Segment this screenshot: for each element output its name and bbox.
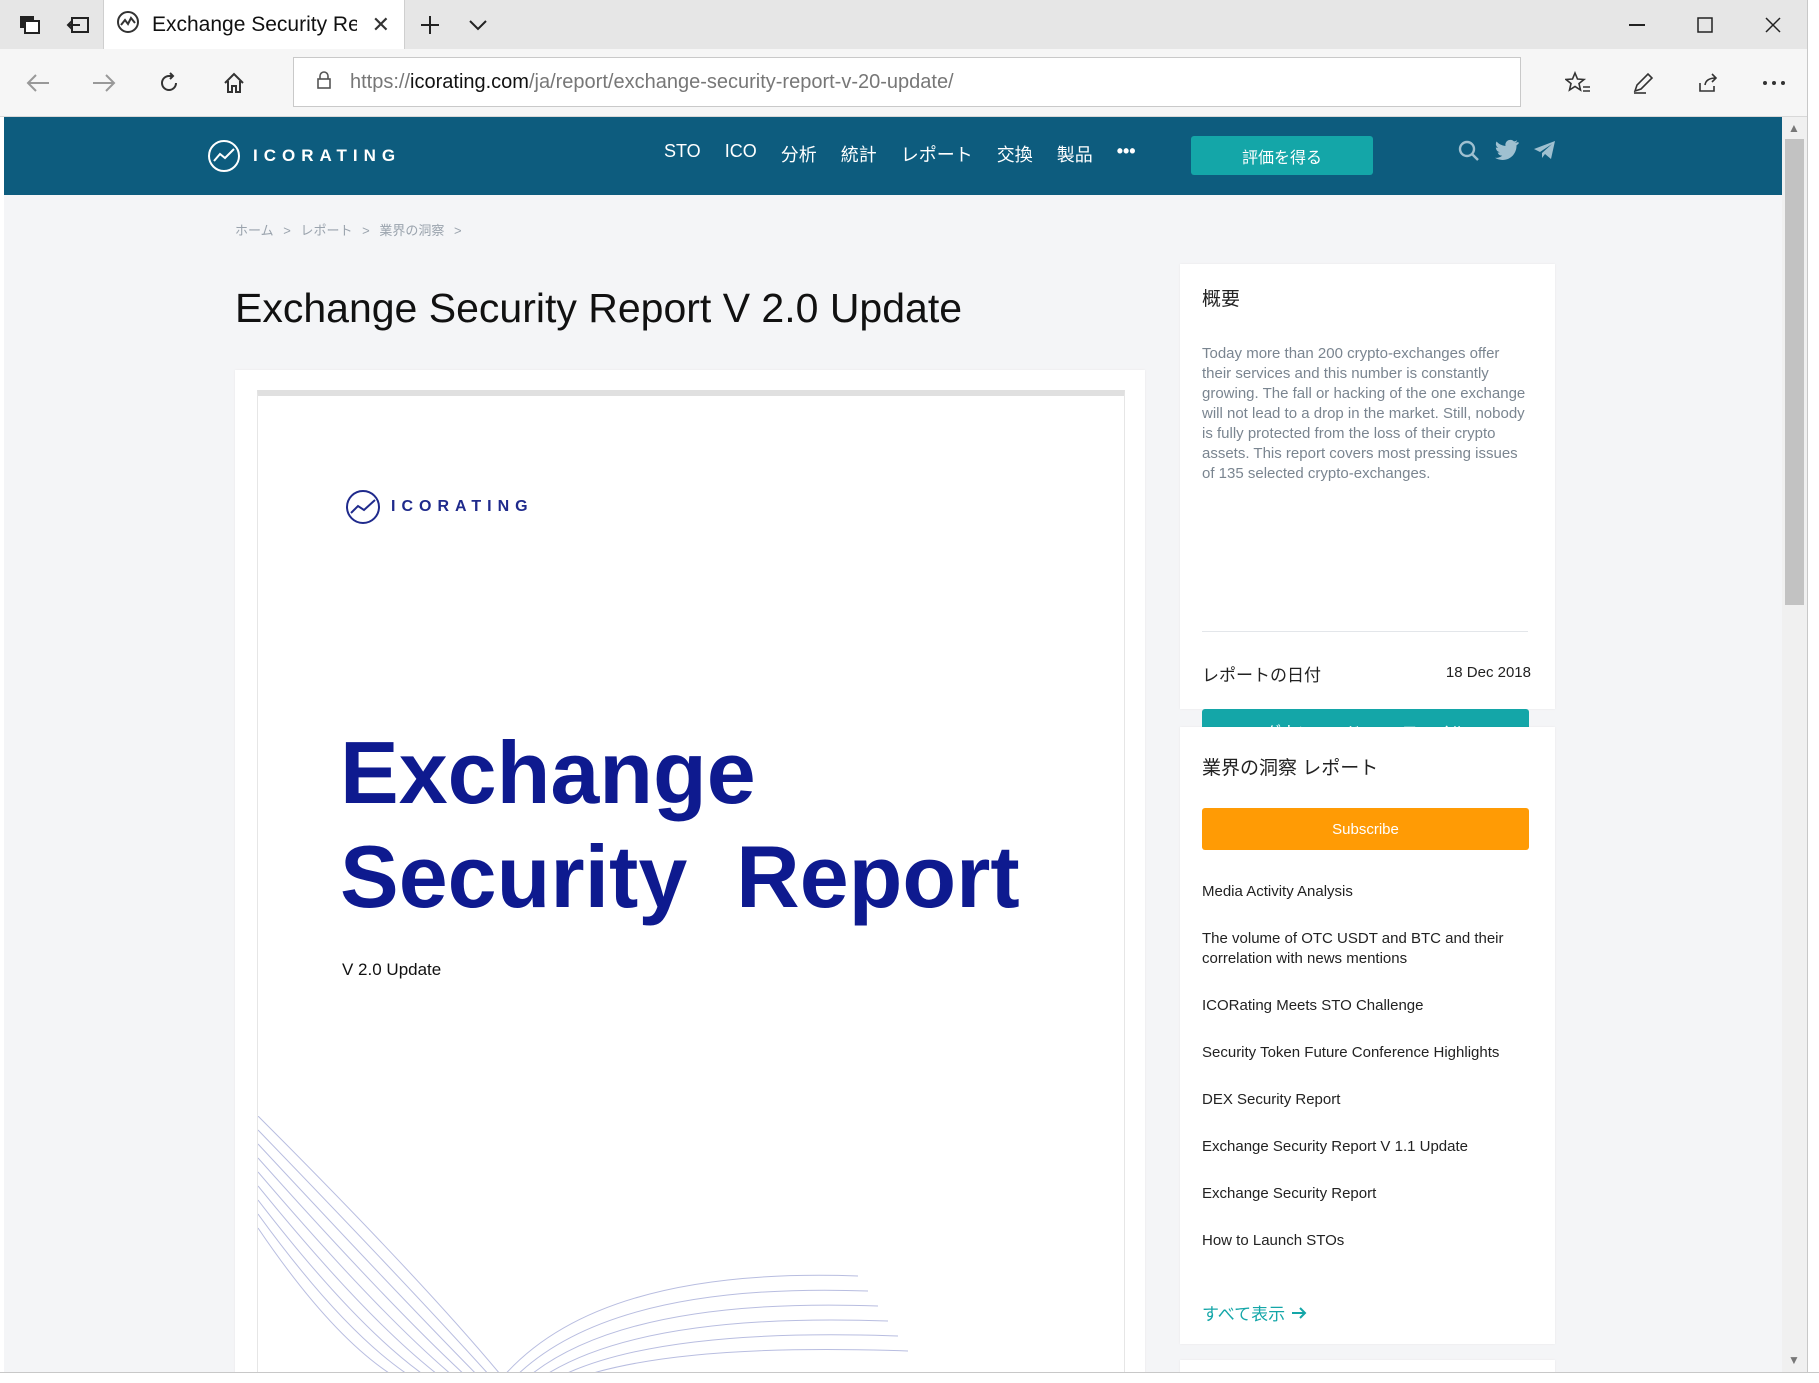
show-all-label: すべて表示 (1202, 1305, 1286, 1324)
arrow-right-icon (1292, 1306, 1307, 1319)
report-cover-subtitle: V 2.0 Update (342, 960, 442, 979)
report-logo: ICORATING (345, 489, 534, 525)
logo-text: ICORATING (253, 146, 402, 165)
browser-tab[interactable]: Exchange Security Repc ✕ (103, 0, 405, 49)
scroll-up-icon[interactable]: ▲ (1788, 121, 1800, 135)
lock-icon (316, 70, 332, 95)
breadcrumb-separator: > (283, 223, 291, 238)
site-header: ICORATING STO ICO 分析 統計 レポート 交換 製品 ••• 評… (4, 117, 1782, 195)
home-icon[interactable] (204, 49, 264, 116)
tab-preview-chevron-down-icon[interactable] (460, 0, 496, 49)
breadcrumb: ホーム > レポート > 業界の洞察 > (235, 220, 468, 239)
twitter-icon[interactable] (1495, 139, 1519, 168)
window-frame-right (1807, 0, 1819, 1382)
related-item[interactable]: Exchange Security Report (1202, 1184, 1532, 1204)
url-input[interactable]: https://icorating.com/ja/report/exchange… (293, 57, 1521, 107)
next-card (1180, 1360, 1555, 1372)
main-menu: STO ICO 分析 統計 レポート 交換 製品 ••• (664, 141, 1160, 167)
favorites-star-icon[interactable] (1548, 49, 1608, 116)
related-item[interactable]: How to Launch STOs (1202, 1231, 1532, 1251)
breadcrumb-reports[interactable]: レポート (300, 223, 352, 238)
web-note-pen-icon[interactable] (1613, 49, 1673, 116)
menu-item-products[interactable]: 製品 (1057, 141, 1093, 167)
close-tab-icon[interactable]: ✕ (372, 12, 390, 38)
telegram-icon[interactable] (1533, 139, 1557, 168)
page-scrollbar[interactable]: ▲ ▼ (1782, 117, 1807, 1372)
search-icon[interactable] (1457, 139, 1481, 168)
set-tabs-aside-icon[interactable] (58, 0, 98, 49)
report-date-label: レポートの日付 (1202, 666, 1321, 685)
new-tab-icon[interactable] (412, 0, 448, 49)
related-item[interactable]: DEX Security Report (1202, 1090, 1532, 1110)
site-logo[interactable]: ICORATING (207, 139, 401, 173)
report-logo-text: ICORATING (391, 498, 534, 515)
page-title: Exchange Security Report V 2.0 Update (235, 285, 963, 331)
back-arrow-icon[interactable] (8, 49, 68, 116)
address-toolbar: https://icorating.com/ja/report/exchange… (0, 49, 1819, 117)
web-page: ICORATING STO ICO 分析 統計 レポート 交換 製品 ••• 評… (4, 117, 1782, 1372)
forward-arrow-icon[interactable] (74, 49, 134, 116)
tab-actions-icon[interactable] (10, 0, 50, 49)
related-item[interactable]: Security Token Future Conference Highlig… (1202, 1043, 1532, 1063)
related-item[interactable]: ICORating Meets STO Challenge (1202, 996, 1532, 1016)
scrollbar-thumb[interactable] (1785, 139, 1804, 605)
tab-title: Exchange Security Repc (152, 12, 357, 36)
menu-more-button[interactable]: ••• (1117, 141, 1136, 167)
breadcrumb-home[interactable]: ホーム (235, 223, 274, 238)
summary-card: 概要 Today more than 200 crypto-exchanges … (1180, 264, 1555, 795)
scroll-down-icon[interactable]: ▼ (1788, 1353, 1800, 1367)
report-cover-title: Exchange Security Report (340, 723, 1020, 926)
summary-heading: 概要 (1202, 289, 1241, 310)
menu-item-exchange[interactable]: 交換 (997, 141, 1033, 167)
report-logo-icon (346, 490, 380, 524)
breadcrumb-separator: > (362, 223, 370, 238)
maximize-icon[interactable] (1671, 0, 1739, 49)
related-item[interactable]: The volume of OTC USDT and BTC and their… (1202, 929, 1532, 969)
divider (1202, 631, 1528, 632)
summary-text: Today more than 200 crypto-exchanges off… (1202, 345, 1526, 482)
menu-item-analysis[interactable]: 分析 (781, 141, 817, 167)
menu-item-sto[interactable]: STO (664, 141, 701, 167)
url-path: /ja/report/exchange-security-report-v-20… (528, 70, 954, 93)
close-window-icon[interactable] (1739, 0, 1807, 49)
breadcrumb-industry-insights[interactable]: 業界の洞察 (379, 223, 444, 238)
url-text: https://icorating.com/ja/report/exchange… (350, 71, 954, 94)
report-cover-page[interactable]: ICORATING Exchange Security Report V 2.0… (257, 390, 1125, 1372)
url-host: icorating.com (410, 70, 529, 93)
menu-item-reports[interactable]: レポート (901, 141, 973, 167)
more-options-icon[interactable] (1744, 49, 1804, 116)
related-item[interactable]: Media Activity Analysis (1202, 882, 1532, 902)
share-icon[interactable] (1678, 49, 1738, 116)
report-decorative-lines (258, 1116, 909, 1372)
related-item[interactable]: Exchange Security Report V 1.1 Update (1202, 1137, 1532, 1157)
header-icons (1457, 139, 1557, 168)
window-frame-bottom (0, 1372, 1819, 1383)
refresh-icon[interactable] (139, 49, 199, 116)
minimize-icon[interactable] (1603, 0, 1671, 49)
get-rating-button[interactable]: 評価を得る (1191, 136, 1373, 175)
tab-bar: Exchange Security Repc ✕ (0, 0, 1819, 50)
related-list: Media Activity Analysis The volume of OT… (1202, 882, 1532, 1278)
report-date-value: 18 Dec 2018 (1445, 664, 1531, 681)
report-preview-card: ICORATING Exchange Security Report V 2.0… (235, 370, 1145, 1372)
menu-item-ico[interactable]: ICO (725, 141, 757, 167)
show-all-link[interactable]: すべて表示 (1202, 1300, 1307, 1325)
site-favicon-icon (116, 10, 140, 39)
related-reports-card: 業界の洞察 レポート Subscribe Media Activity Anal… (1180, 727, 1555, 1344)
logo-icon (208, 140, 240, 172)
subscribe-button[interactable]: Subscribe (1202, 808, 1529, 850)
url-scheme: https:// (350, 70, 411, 93)
menu-item-stats[interactable]: 統計 (841, 141, 877, 167)
related-heading: 業界の洞察 レポート (1202, 758, 1379, 779)
breadcrumb-separator: > (453, 223, 462, 238)
